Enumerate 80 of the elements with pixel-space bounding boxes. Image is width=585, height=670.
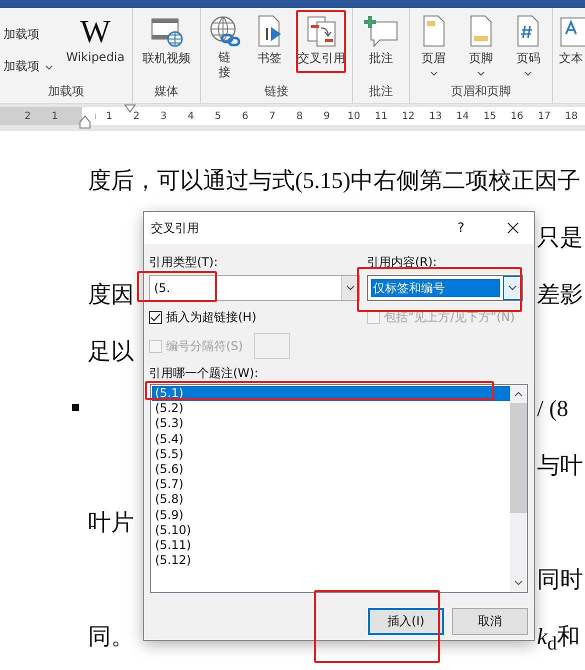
cross-reference-icon (306, 14, 338, 48)
ribbon-button[interactable]: 批注 (361, 14, 401, 67)
document-text: 度因 (88, 281, 134, 309)
ribbon-button[interactable]: 交叉引用 (296, 14, 348, 67)
list-item[interactable]: (5.6) (152, 462, 510, 478)
document-text: 只是 (537, 224, 583, 252)
document-text: 差影 (537, 281, 583, 309)
page-number-icon (515, 14, 542, 48)
ruler-number: 16 (510, 110, 524, 122)
list-item[interactable]: (5.5) (152, 446, 510, 462)
add-ins-button[interactable]: 加载项 (3, 24, 54, 44)
bullet-icon (72, 404, 79, 411)
document-text: 同时 (537, 566, 583, 594)
list-item[interactable]: (5.8) (152, 492, 510, 508)
list-item[interactable]: (5.12) (152, 553, 510, 568)
ruler-number: 17 (537, 110, 552, 122)
reference-type-dropdown[interactable]: (5. (149, 275, 360, 301)
chevron-down-icon (346, 285, 355, 291)
document-text: 叶片 (88, 509, 134, 537)
document-text: 度后，可以通过与式(5.15)中右侧第二项校正因子 (88, 167, 581, 195)
ruler-number: 14 (456, 110, 470, 122)
list-item[interactable]: (5.10) (152, 522, 510, 538)
group-label: 页眉和页脚 (450, 83, 512, 100)
ruler-number: 12 (401, 110, 416, 122)
dialog-button[interactable]: 取消 (452, 608, 528, 635)
globe-chain-icon (208, 14, 242, 48)
ribbon-button[interactable]: 链接 (206, 14, 244, 80)
help-button[interactable]: ? (446, 220, 476, 236)
ruler-number: 13 (428, 110, 442, 122)
close-icon (507, 222, 519, 234)
ribbon-button[interactable]: W Wikipedia (64, 14, 127, 64)
document-text: 与叶 (537, 452, 583, 480)
checkbox-label: 插入为超链接(H) (166, 308, 256, 326)
document-text: / (8 (537, 395, 568, 423)
list-item[interactable]: (5.2) (152, 401, 510, 416)
list-item[interactable]: (5.11) (152, 538, 510, 554)
chevron-up-icon[interactable] (514, 391, 523, 397)
document-text: k$_{d}$和 (537, 623, 580, 657)
group-label: 链接 (264, 83, 290, 100)
dialog-title: 交叉引用 (151, 220, 200, 236)
wikipedia-w-icon: W (80, 14, 110, 48)
list-item[interactable]: (5.4) (152, 432, 510, 447)
dialog-button[interactable]: 插入(I) (368, 608, 444, 635)
reference-content-dropdown[interactable]: 仅标签和编号 (367, 275, 523, 301)
checkbox[interactable] (149, 310, 162, 324)
indent-marker-icon[interactable] (79, 115, 91, 129)
field-label: 引用内容(R): (367, 254, 438, 270)
separator-field[interactable] (254, 333, 290, 359)
chevron-down-icon[interactable] (514, 580, 523, 586)
ribbon-button[interactable]: 页码 (513, 14, 544, 76)
field-label: 引用哪一个题注(W): (149, 365, 260, 381)
page-footer-icon (468, 14, 494, 48)
list-item[interactable]: (5.7) (152, 477, 510, 492)
checkbox-label: 编号分隔符(S) (166, 338, 243, 354)
ribbon-button[interactable]: 文本 (557, 14, 585, 67)
dropdown-value: 仅标签和编号 (371, 279, 500, 297)
ruler-number: 10 (346, 110, 361, 122)
ribbon-button[interactable]: 页眉 (418, 14, 449, 76)
ribbon-button[interactable]: 书签 (252, 14, 286, 67)
chevron-down-icon (508, 285, 517, 291)
ruler-number: 15 (482, 110, 497, 122)
document-text: 同。 (88, 623, 134, 651)
list-item[interactable]: (5.3) (152, 416, 510, 432)
dropdown-value: (5. (154, 280, 170, 297)
ruler-number: 11 (374, 110, 388, 122)
group-label: 批注 (368, 83, 394, 100)
list-item[interactable]: (5.9) (152, 508, 510, 523)
group-label: 媒体 (154, 83, 180, 100)
field-label: 引用类型(T): (149, 254, 219, 270)
ribbon-button[interactable]: 联机视频 (140, 14, 192, 67)
comment-plus-icon (363, 14, 399, 48)
document-text: 足以 (88, 338, 134, 366)
group-label: 加载项 (47, 83, 85, 100)
ribbon-button[interactable]: 页脚 (466, 14, 496, 76)
ruler-number: 18 (564, 110, 578, 122)
page-header-icon (420, 14, 447, 48)
add-ins-button[interactable]: 加载项 (3, 56, 54, 76)
highlight-frame (296, 10, 346, 73)
scrollbar-thumb[interactable] (510, 403, 527, 513)
scrollbar[interactable] (510, 385, 527, 592)
